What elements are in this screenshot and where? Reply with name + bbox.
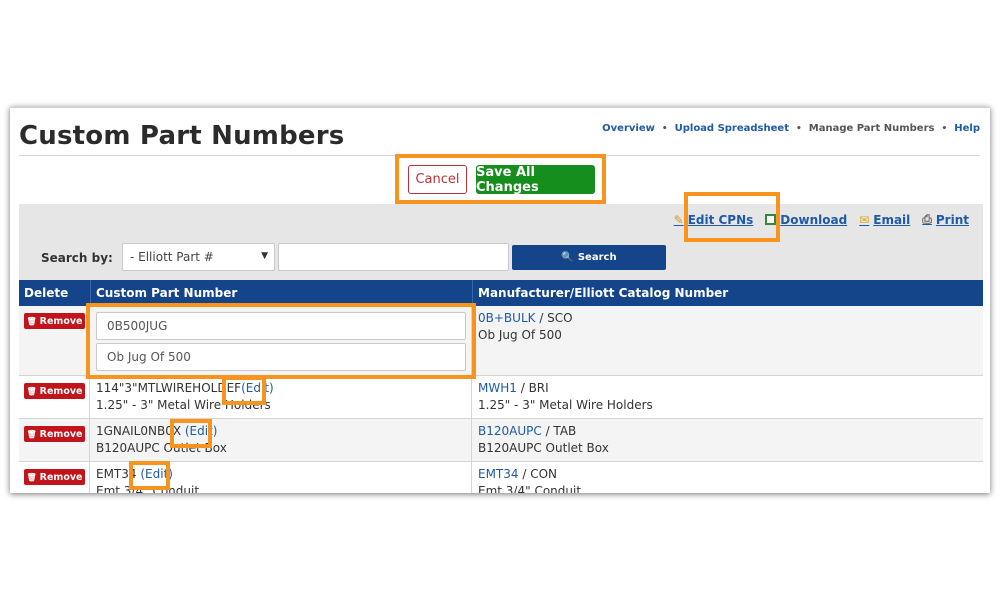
custom-part-number-cell: 1GNAIL0NB0X (Edit) B120AUPC Outlet Box <box>90 419 472 461</box>
print-link[interactable]: ⎙ Print <box>922 212 969 227</box>
nav-help-link[interactable]: Help <box>954 123 980 134</box>
cancel-button[interactable]: Cancel <box>408 165 467 194</box>
remove-label: Remove <box>39 385 83 397</box>
download-label: Download <box>780 212 848 227</box>
remove-button[interactable]: 🗑 Remove <box>24 469 85 485</box>
printer-icon: ⎙ <box>922 212 932 226</box>
spreadsheet-icon <box>765 214 777 225</box>
custom-part-number-cell: EMT34 (Edit) Emt 3/4" Conduit <box>90 462 472 493</box>
manufacturer-code: / CON <box>518 467 558 481</box>
chevron-down-icon: ▼ <box>261 251 268 261</box>
manufacturer-code: / SCO <box>535 311 573 325</box>
cpn-description-input[interactable]: Ob Jug Of 500 <box>96 343 466 371</box>
edit-link[interactable]: (Edit) <box>140 467 173 481</box>
nav-manage-part-numbers: Manage Part Numbers <box>808 123 935 134</box>
custom-part-number-cell: 114"3"MTLWIREHOLDEF(Edit) 1.25" - 3" Met… <box>90 376 472 418</box>
app-window: Custom Part Numbers Overview • Upload Sp… <box>10 107 990 493</box>
cpn-description: B120AUPC Outlet Box <box>96 441 227 455</box>
print-label: Print <box>935 212 969 227</box>
header-divider <box>19 155 980 156</box>
table-row: 🗑 Remove 1GNAIL0NB0X (Edit) B120AUPC Out… <box>19 419 983 462</box>
trash-icon: 🗑 <box>26 316 37 326</box>
remove-label: Remove <box>39 471 83 483</box>
edit-cpns-link[interactable]: ✎ Edit CPNs <box>674 213 754 227</box>
catalog-line: B120AUPC / TAB <box>478 424 576 438</box>
manufacturer-code: / TAB <box>541 424 577 438</box>
nav-separator: • <box>795 123 802 134</box>
pencil-icon: ✎ <box>673 212 684 227</box>
search-icon: 🔍 <box>561 252 574 263</box>
catalog-line: MWH1 / BRI <box>478 381 549 395</box>
search-field-select[interactable]: - Elliott Part # ▼ <box>122 243 275 271</box>
remove-label: Remove <box>39 428 83 440</box>
remove-label: Remove <box>39 315 83 327</box>
manufacturer-cell: 0B+BULK / SCO Ob Jug Of 500 <box>472 306 983 375</box>
search-input[interactable] <box>278 243 509 271</box>
table-row: 🗑 Remove EMT34 (Edit) Emt 3/4" Conduit E… <box>19 462 983 493</box>
manufacturer-cell: MWH1 / BRI 1.25" - 3" Metal Wire Holders <box>472 376 983 418</box>
search-button-label: Search <box>577 252 617 263</box>
manufacturer-cell: B120AUPC / TAB B120AUPC Outlet Box <box>472 419 983 461</box>
trash-icon: 🗑 <box>26 429 37 439</box>
search-toolbar: ✎ Edit CPNs Download ✉ Email ⎙ Print Sea… <box>19 204 983 280</box>
top-nav: Overview • Upload Spreadsheet • Manage P… <box>602 123 980 134</box>
cpn-line: EMT34 (Edit) <box>96 467 173 481</box>
download-link[interactable]: Download <box>765 213 847 227</box>
cpn-line: 114"3"MTLWIREHOLDEF(Edit) <box>96 381 274 395</box>
catalog-number-link[interactable]: B120AUPC <box>478 424 542 438</box>
cpn-description: 1.25" - 3" Metal Wire Holders <box>96 398 271 412</box>
remove-button[interactable]: 🗑 Remove <box>24 313 85 329</box>
catalog-line: EMT34 / CON <box>478 467 557 481</box>
column-header-custom-part-number: Custom Part Number <box>90 280 472 306</box>
search-button[interactable]: 🔍 Search <box>512 245 666 270</box>
remove-button[interactable]: 🗑 Remove <box>24 426 85 442</box>
cpn-value: 1GNAIL0NB0X <box>96 424 182 438</box>
manufacturer-code: / BRI <box>516 381 549 395</box>
custom-part-number-cell: 0B500JUG Ob Jug Of 500 <box>90 306 472 375</box>
nav-overview-link[interactable]: Overview <box>602 123 655 134</box>
remove-button[interactable]: 🗑 Remove <box>24 383 85 399</box>
column-header-manufacturer: Manufacturer/Elliott Catalog Number <box>472 280 983 306</box>
delete-cell: 🗑 Remove <box>19 462 90 493</box>
search-by-label: Search by: <box>41 251 113 265</box>
catalog-number-link[interactable]: MWH1 <box>478 381 517 395</box>
edit-link[interactable]: (Edit) <box>241 381 274 395</box>
page-title: Custom Part Numbers <box>19 121 345 151</box>
catalog-line: 0B+BULK / SCO <box>478 311 573 325</box>
catalog-description: Emt 3/4" Conduit <box>478 484 582 493</box>
save-all-changes-button[interactable]: Save All Changes <box>476 165 595 195</box>
catalog-description: Ob Jug Of 500 <box>478 328 562 342</box>
table-header: Delete Custom Part Number Manufacturer/E… <box>19 280 983 306</box>
cpn-line: 1GNAIL0NB0X (Edit) <box>96 424 217 438</box>
nav-upload-spreadsheet-link[interactable]: Upload Spreadsheet <box>675 123 789 134</box>
envelope-icon: ✉ <box>859 212 870 227</box>
email-label: Email <box>873 212 911 227</box>
cpn-value: EMT34 <box>96 467 137 481</box>
edit-cpns-label: Edit CPNs <box>687 212 754 227</box>
column-header-delete: Delete <box>24 286 69 300</box>
cpn-description: Emt 3/4" Conduit <box>96 484 200 493</box>
cpn-input[interactable]: 0B500JUG <box>96 312 466 340</box>
delete-cell: 🗑 Remove <box>19 419 90 461</box>
action-links: ✎ Edit CPNs Download ✉ Email ⎙ Print <box>662 212 969 227</box>
catalog-number-link[interactable]: 0B+BULK <box>478 311 536 325</box>
table-row: 🗑 Remove 114"3"MTLWIREHOLDEF(Edit) 1.25"… <box>19 376 983 419</box>
edit-link[interactable]: (Edit) <box>185 424 218 438</box>
email-link[interactable]: ✉ Email <box>859 213 910 227</box>
search-select-value: - Elliott Part # <box>130 250 214 264</box>
catalog-number-link[interactable]: EMT34 <box>478 467 519 481</box>
trash-icon: 🗑 <box>26 472 37 482</box>
cpn-value: 114"3"MTLWIREHOLDEF <box>96 381 242 395</box>
table-row: 🗑 Remove 0B500JUG Ob Jug Of 500 0B+BULK … <box>19 306 983 376</box>
manufacturer-cell: EMT34 / CON Emt 3/4" Conduit <box>472 462 983 493</box>
nav-separator: • <box>661 123 668 134</box>
nav-separator: • <box>941 123 948 134</box>
trash-icon: 🗑 <box>26 386 37 396</box>
catalog-description: B120AUPC Outlet Box <box>478 441 609 455</box>
delete-cell: 🗑 Remove <box>19 376 90 418</box>
catalog-description: 1.25" - 3" Metal Wire Holders <box>478 398 653 412</box>
delete-cell: 🗑 Remove <box>19 306 90 375</box>
